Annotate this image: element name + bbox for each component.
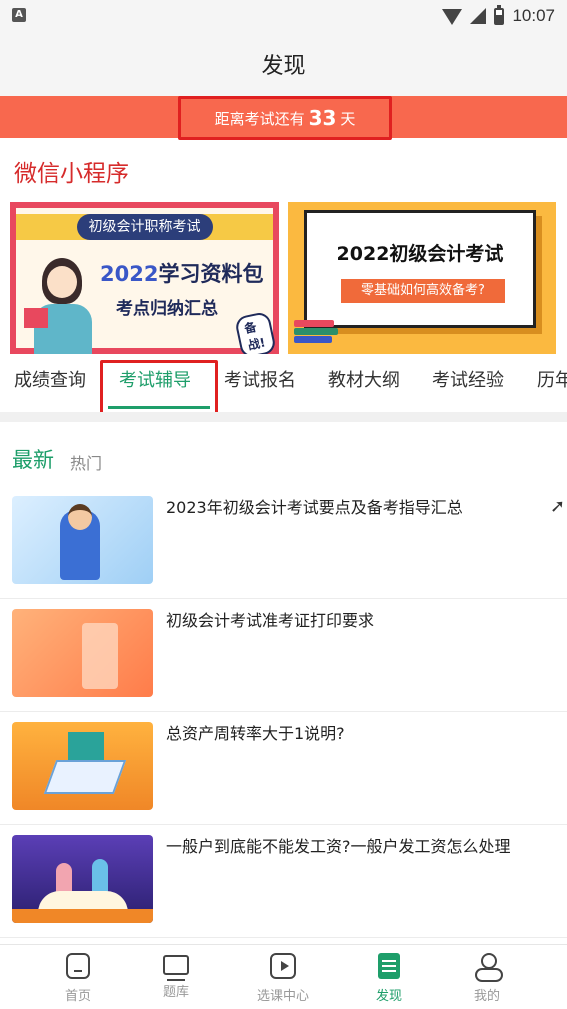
article-item[interactable]: 一般户到底能不能发工资?一般户发工资怎么处理 (0, 825, 567, 938)
nav-course-center[interactable]: 选课中心 (238, 951, 328, 1009)
discover-icon (378, 953, 400, 979)
mini-program-card-study-pack[interactable]: 初级会计职称考试 2022学习资料包 考点归纳汇总 备战! (10, 202, 279, 354)
wave-decoration (12, 909, 153, 923)
card-left-ribbon-text: 初级会计职称考试 (76, 214, 213, 240)
article-title: 2023年初级会计考试要点及备考指导汇总 (166, 498, 463, 517)
card-right-title: 2022初级会计考试 (336, 243, 504, 265)
course-center-icon (270, 953, 296, 979)
status-icons: 10:07 (442, 4, 555, 28)
nav-label: 首页 (64, 989, 91, 1004)
nav-home[interactable]: 首页 (33, 951, 123, 1009)
page-title: 发现 (261, 54, 306, 79)
tab-score-query[interactable]: 成绩查询 (14, 366, 86, 392)
book-icon (24, 308, 48, 328)
countdown-prefix: 距离考试还有 (214, 109, 305, 128)
signal-icon (470, 8, 487, 24)
tab-textbook-syllabus[interactable]: 教材大纲 (328, 366, 400, 392)
nav-label: 我的 (473, 989, 500, 1004)
card-left-title-text: 学习资料包 (158, 262, 264, 286)
nav-label: 题库 (162, 985, 189, 1000)
profile-icon (474, 953, 503, 982)
card-left-title: 2022学习资料包 (100, 258, 263, 288)
nav-label: 发现 (375, 989, 402, 1004)
nav-discover[interactable]: 发现 (344, 951, 434, 1009)
article-title: 总资产周转率大于1说明? (166, 724, 345, 743)
article-thumbnail (12, 609, 153, 697)
article-thumbnail (12, 835, 153, 923)
card-left-canvas: 初级会计职称考试 2022学习资料包 考点归纳汇总 备战! (16, 208, 277, 354)
article-title: 初级会计考试准考证打印要求 (166, 611, 375, 630)
countdown-suffix: 天 (340, 109, 356, 128)
article-thumbnail (12, 496, 153, 584)
nav-label: 选课中心 (256, 989, 309, 1004)
tab-exam-registration[interactable]: 考试报名 (224, 366, 296, 392)
card-left-tag: 备战! (234, 310, 277, 354)
section-divider (0, 412, 567, 422)
card-left-title-year: 2022 (100, 262, 159, 286)
nav-question-bank[interactable]: 题库 (131, 951, 221, 1009)
wifi-icon (442, 9, 463, 25)
girl-illustration-face (47, 266, 77, 298)
card-left-subtitle: 考点归纳汇总 (116, 299, 218, 319)
card-left-ribbon: 初级会计职称考试 (16, 214, 273, 240)
status-bar: A 10:07 (0, 0, 567, 32)
card-right-board: 2022初级会计考试 零基础如何高效备考? (304, 210, 536, 328)
article-item[interactable]: 总资产周转率大于1说明? (0, 712, 567, 825)
tab-exam-experience[interactable]: 考试经验 (432, 366, 504, 392)
notification-icon: A (12, 8, 26, 22)
page-header: 发现 (0, 32, 567, 96)
bottom-navigation: 首页 题库 选课中心 发现 我的 (0, 944, 567, 1009)
mini-program-title: 微信小程序 (14, 161, 129, 187)
battery-icon (494, 4, 505, 25)
active-tab-highlight (100, 360, 218, 416)
feed-tab-hot[interactable]: 热门 (70, 450, 102, 474)
child-illustration (92, 859, 108, 893)
article-item[interactable]: 初级会计考试准考证打印要求 (0, 599, 567, 712)
doorway-illustration (82, 623, 118, 689)
mouse-cursor-icon: ➚ (550, 496, 566, 517)
question-bank-icon (163, 955, 189, 981)
businessman-head (68, 504, 92, 530)
card-right-subtitle: 零基础如何高效备考? (341, 279, 505, 303)
books-icon (294, 320, 342, 350)
countdown-highlight[interactable]: 距离考试还有 33 天 (178, 96, 392, 140)
home-icon (66, 953, 90, 979)
article-title: 一般户到底能不能发工资?一般户发工资怎么处理 (166, 837, 511, 856)
exam-countdown-banner: 距离考试还有 33 天 (0, 96, 567, 140)
countdown-days: 33 (308, 106, 337, 130)
article-thumbnail (12, 722, 153, 810)
open-book-illustration (43, 760, 127, 794)
feed-tab-latest[interactable]: 最新 (12, 444, 54, 474)
nav-mine[interactable]: 我的 (442, 951, 532, 1009)
tab-past-years[interactable]: 历年 (537, 366, 567, 392)
article-item[interactable]: 2023年初级会计考试要点及备考指导汇总 (0, 486, 567, 599)
mini-program-card-exam-prep[interactable]: 2022初级会计考试 零基础如何高效备考? (288, 202, 556, 354)
category-tabs: 成绩查询 考试辅导 考试报名 教材大纲 考试经验 历年 (0, 356, 567, 412)
status-time: 10:07 (512, 6, 555, 25)
